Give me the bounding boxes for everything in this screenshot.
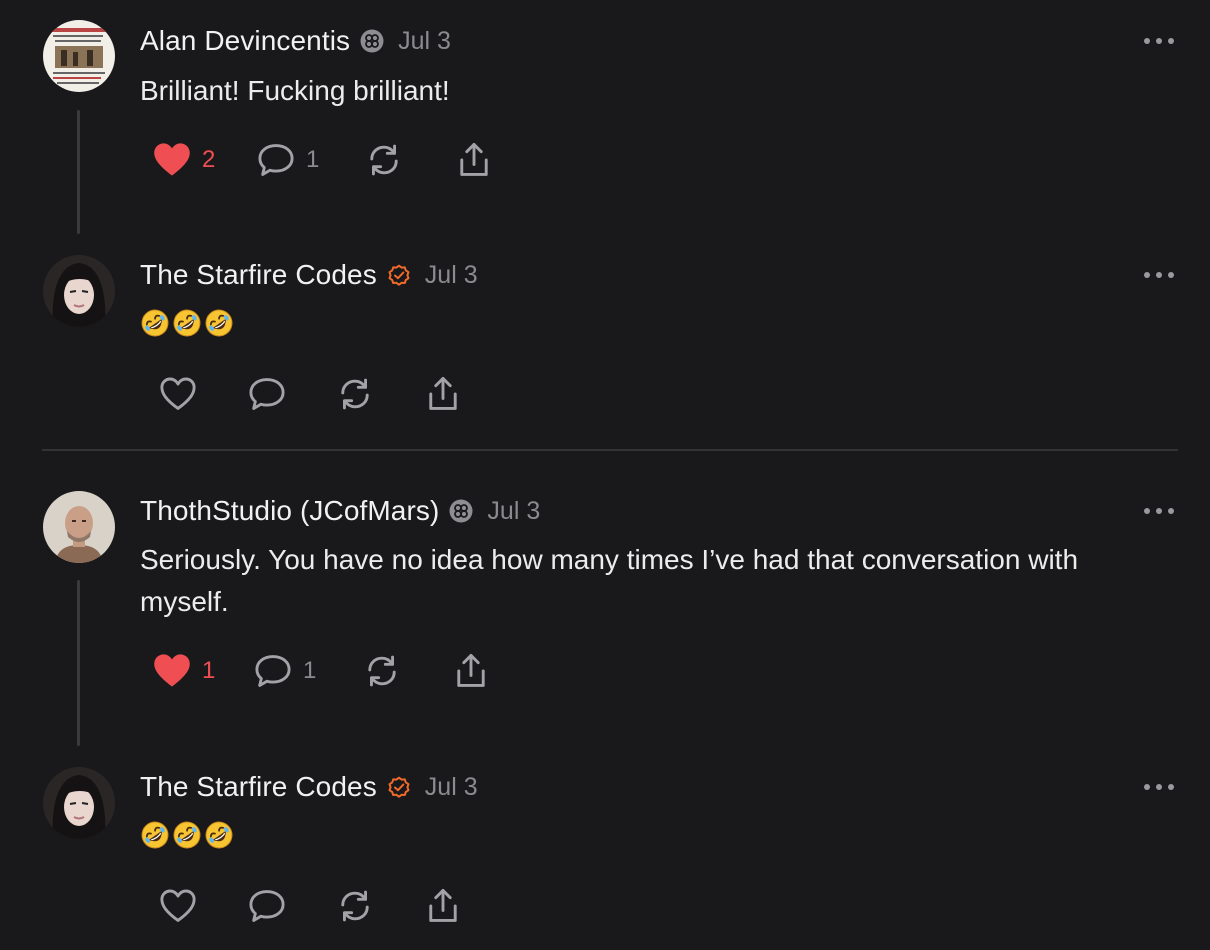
- share-icon: [454, 140, 494, 180]
- comment-text: [140, 308, 236, 338]
- verified-badge-icon: [387, 263, 411, 287]
- restack-icon: [335, 886, 375, 926]
- reply-count: 1: [303, 657, 317, 684]
- author-name[interactable]: The Starfire Codes: [140, 771, 377, 803]
- avatar[interactable]: [43, 255, 115, 327]
- comment-text-line: Seriously. You have no idea how many tim…: [140, 544, 1079, 575]
- rofl-emoji-icon: [172, 820, 202, 850]
- share-button[interactable]: [451, 651, 491, 691]
- restack-icon: [362, 651, 402, 691]
- reply-button[interactable]: 1: [256, 140, 319, 180]
- comment-icon: [253, 651, 293, 691]
- comment-text: Seriously. You have no idea how many tim…: [140, 539, 1078, 623]
- like-count: 1: [202, 657, 216, 684]
- more-options-button[interactable]: [1144, 268, 1174, 282]
- more-options-button[interactable]: [1144, 34, 1174, 48]
- author-name[interactable]: The Starfire Codes: [140, 259, 377, 291]
- comment-icon: [247, 374, 287, 414]
- avatar[interactable]: [43, 20, 115, 92]
- comment-text: Brilliant! Fucking brilliant!: [140, 75, 450, 106]
- share-button[interactable]: [454, 140, 494, 180]
- comment-text: [140, 820, 236, 850]
- reply-button[interactable]: [247, 886, 287, 926]
- rofl-emoji-icon: [172, 308, 202, 338]
- avatar[interactable]: [43, 491, 115, 563]
- comment-date[interactable]: Jul 3: [398, 27, 451, 56]
- comment-icon: [256, 140, 296, 180]
- comment-icon: [247, 886, 287, 926]
- subscriber-badge-icon: [360, 29, 384, 53]
- like-count: 2: [202, 146, 216, 173]
- rofl-emoji-icon: [140, 820, 170, 850]
- restack-button[interactable]: [335, 374, 375, 414]
- share-button[interactable]: [423, 886, 463, 926]
- share-icon: [423, 886, 463, 926]
- rofl-emoji-icon: [204, 308, 234, 338]
- author-name[interactable]: ThothStudio (JCofMars): [140, 495, 439, 527]
- reply-count: 1: [306, 146, 320, 173]
- more-options-button[interactable]: [1144, 504, 1174, 518]
- heart-filled-icon: [152, 651, 192, 691]
- share-icon: [451, 651, 491, 691]
- share-button[interactable]: [423, 374, 463, 414]
- author-name[interactable]: Alan Devincentis: [140, 25, 350, 57]
- restack-button[interactable]: [362, 651, 402, 691]
- rofl-emoji-icon: [140, 308, 170, 338]
- subscriber-badge-icon: [449, 499, 473, 523]
- restack-icon: [335, 374, 375, 414]
- heart-filled-icon: [152, 140, 192, 180]
- restack-button[interactable]: [364, 140, 404, 180]
- comment-text-line: myself.: [140, 586, 229, 617]
- share-icon: [423, 374, 463, 414]
- like-button[interactable]: [158, 886, 198, 926]
- reply-button[interactable]: [247, 374, 287, 414]
- thread-line: [77, 110, 80, 234]
- comment-date[interactable]: Jul 3: [425, 773, 478, 802]
- more-options-button[interactable]: [1144, 780, 1174, 794]
- thread-line: [77, 580, 80, 746]
- avatar[interactable]: [43, 767, 115, 839]
- heart-icon: [158, 374, 198, 414]
- heart-icon: [158, 886, 198, 926]
- reply-button[interactable]: 1: [253, 651, 316, 691]
- like-button[interactable]: 1: [152, 651, 215, 691]
- verified-badge-icon: [387, 775, 411, 799]
- comment-date[interactable]: Jul 3: [487, 497, 540, 526]
- restack-button[interactable]: [335, 886, 375, 926]
- comment-date[interactable]: Jul 3: [425, 261, 478, 290]
- like-button[interactable]: [158, 374, 198, 414]
- divider: [42, 449, 1178, 451]
- like-button[interactable]: 2: [152, 140, 215, 180]
- restack-icon: [364, 140, 404, 180]
- rofl-emoji-icon: [204, 820, 234, 850]
